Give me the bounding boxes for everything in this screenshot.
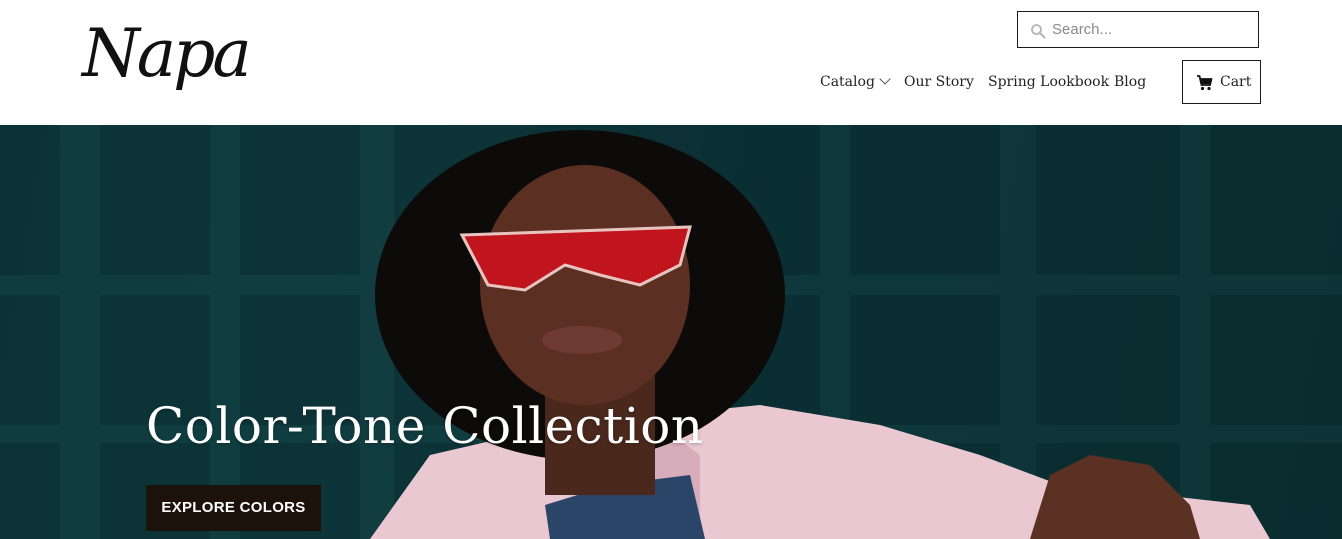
hero-banner: Color-Tone Collection EXPLORE COLORS xyxy=(0,125,1342,539)
search-input[interactable] xyxy=(1052,12,1252,47)
nav-item-catalog[interactable]: Catalog xyxy=(820,70,891,94)
site-header: Napa Catalog Our Story Spring Lookbook B… xyxy=(0,0,1342,125)
logo-text: Napa xyxy=(80,15,249,92)
nav-item-our-story[interactable]: Our Story xyxy=(904,70,974,94)
explore-colors-button[interactable]: EXPLORE COLORS xyxy=(146,485,321,531)
logo[interactable]: Napa xyxy=(80,8,265,96)
hero-image xyxy=(0,125,1342,539)
nav-item-label: Blog xyxy=(1114,74,1147,90)
cart-button[interactable]: Cart xyxy=(1182,60,1261,104)
search-box[interactable] xyxy=(1017,11,1259,48)
cart-icon xyxy=(1197,75,1213,91)
nav-item-label: Spring Lookbook xyxy=(988,74,1110,90)
hero-title: Color-Tone Collection xyxy=(146,397,704,455)
chevron-down-icon xyxy=(879,73,891,85)
nav-item-label: Catalog xyxy=(820,74,875,90)
nav-item-spring-lookbook[interactable]: Spring Lookbook xyxy=(988,70,1109,94)
search-icon xyxy=(1031,24,1046,39)
cart-label: Cart xyxy=(1220,74,1252,90)
nav-item-label: Our Story xyxy=(904,74,974,90)
nav-item-blog[interactable]: Blog xyxy=(1114,70,1146,94)
